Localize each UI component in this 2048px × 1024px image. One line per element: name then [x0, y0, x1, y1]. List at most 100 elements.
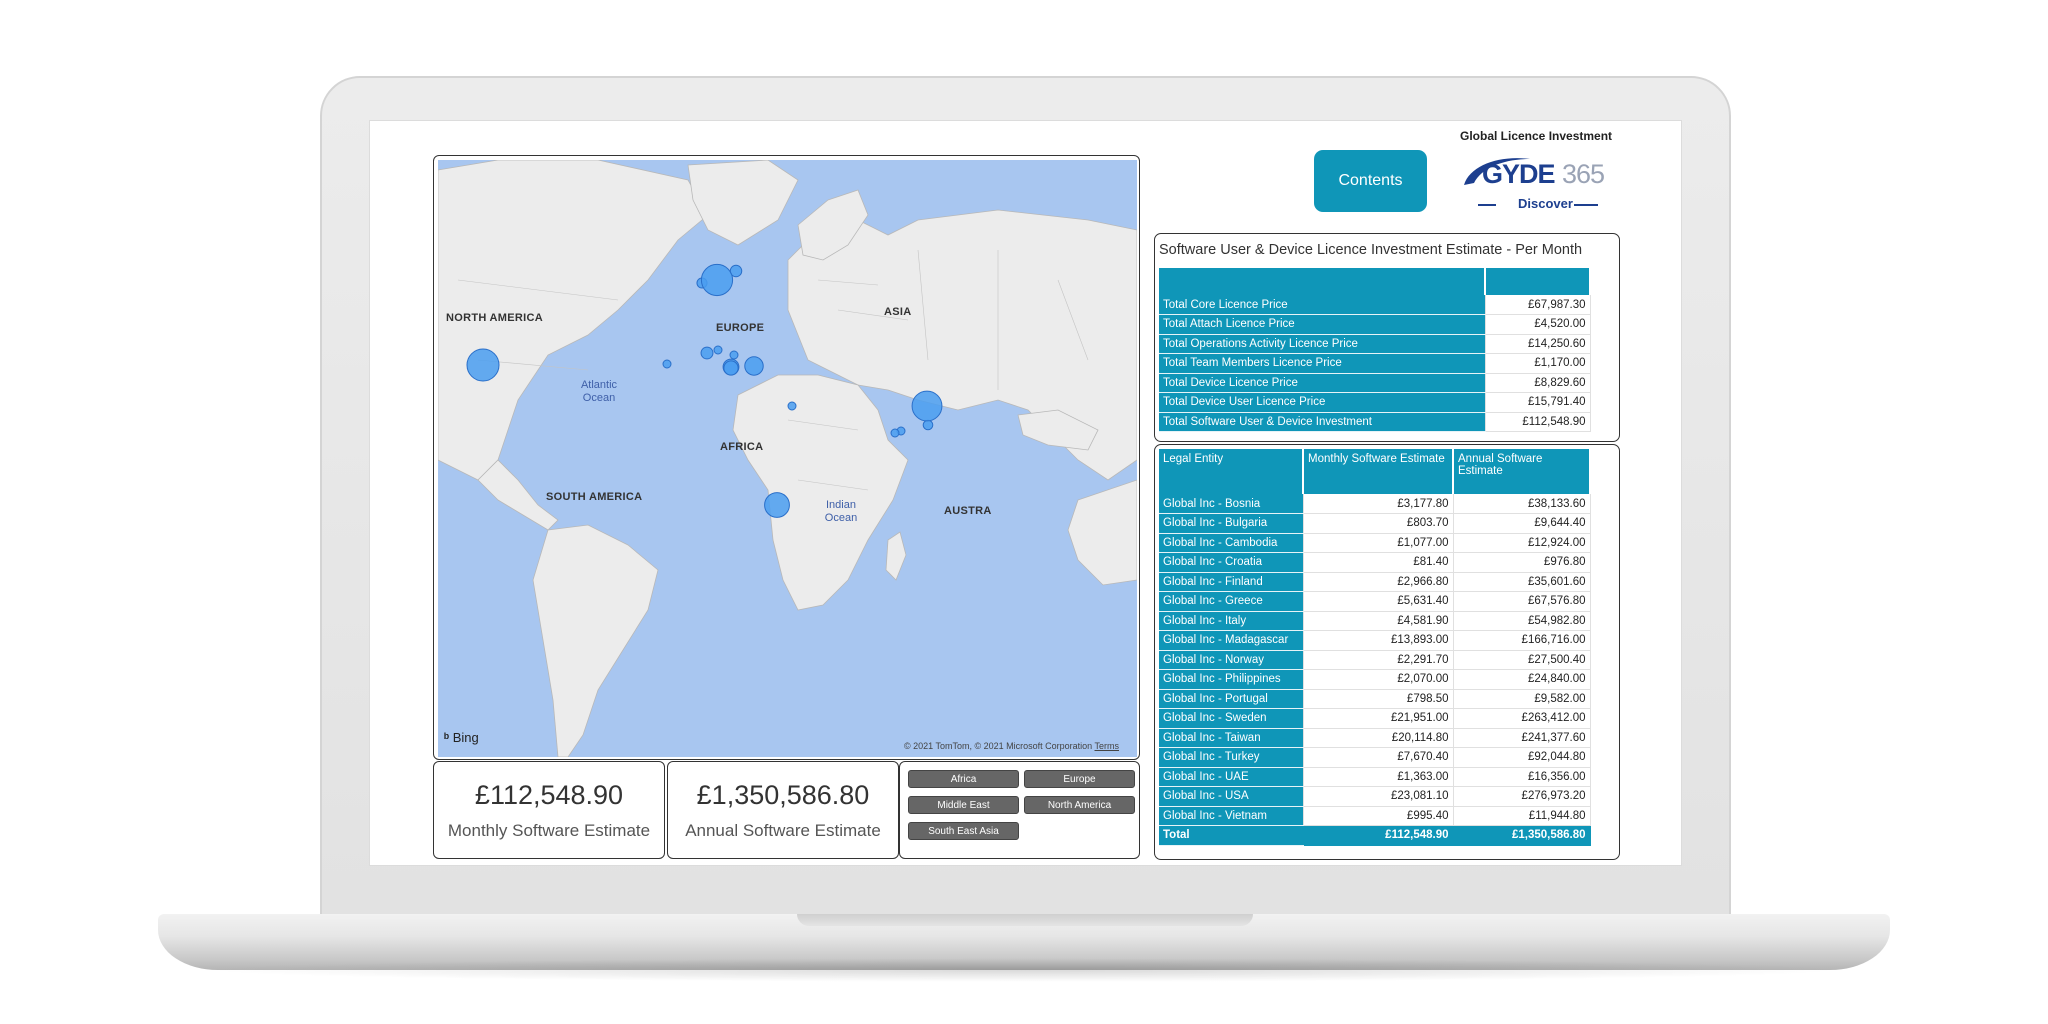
- entity-name: Global Inc - Norway: [1159, 650, 1303, 670]
- entity-annual: £263,412.00: [1452, 708, 1591, 729]
- entity-annual: £166,716.00: [1452, 630, 1591, 651]
- legal-entity-table: Legal Entity Monthly Software Estimate A…: [1154, 444, 1620, 860]
- licence-row-value: £4,520.00: [1484, 314, 1591, 335]
- table-row[interactable]: Global Inc - Philippines £2,070.00 £24,840…: [1159, 669, 1591, 690]
- bing-b-icon: ᵇ: [444, 730, 450, 745]
- entity-annual: £12,924.00: [1452, 533, 1591, 553]
- table-row[interactable]: Global Inc - Taiwan £20,114.80 £241,377.60: [1159, 728, 1591, 748]
- licence-row: Total Team Members Licence Price £1,170.0…: [1159, 353, 1591, 374]
- logo-tagline: Discover: [1518, 196, 1573, 211]
- entity-name: Global Inc - Cambodia: [1159, 533, 1303, 553]
- report-canvas: NORTH AMERICA EUROPE ASIA AFRICA SOUTH A…: [369, 120, 1682, 866]
- copyright-text: © 2021 TomTom, © 2021 Microsoft Corporat…: [903, 741, 1093, 751]
- entity-name: Global Inc - Taiwan: [1159, 728, 1303, 748]
- licence-row-value: £112,548.90: [1484, 412, 1591, 432]
- entity-annual: £54,982.80: [1452, 611, 1591, 631]
- entity-name: Global Inc - Turkey: [1159, 747, 1303, 768]
- slicer-south-east-asia[interactable]: South East Asia: [908, 822, 1019, 840]
- world-map[interactable]: NORTH AMERICA EUROPE ASIA AFRICA SOUTH A…: [438, 160, 1137, 757]
- gyde365-logo: GYDE 365 Discover: [1460, 151, 1620, 213]
- licence-row-label: Total Device User Licence Price: [1159, 392, 1485, 413]
- licence-row-value: £1,170.00: [1484, 353, 1591, 374]
- slicer-africa[interactable]: Africa: [908, 770, 1019, 788]
- header-monthly-estimate[interactable]: Monthly Software Estimate: [1303, 449, 1454, 494]
- entity-annual: £35,601.60: [1452, 572, 1591, 592]
- map-bubble-taiwan[interactable]: [911, 390, 943, 422]
- table-row[interactable]: Global Inc - Turkey £7,670.40 £92,044.80: [1159, 747, 1591, 768]
- entity-annual: £24,840.00: [1452, 669, 1591, 690]
- entity-name: Global Inc - Portugal: [1159, 689, 1303, 709]
- entity-name: Global Inc - Philippines: [1159, 669, 1303, 690]
- table-row[interactable]: Global Inc - Cambodia £1,077.00 £12,924.00: [1159, 533, 1591, 553]
- table-row[interactable]: Global Inc - UAE £1,363.00 £16,356.00: [1159, 767, 1591, 787]
- entity-name: Global Inc - Croatia: [1159, 552, 1303, 573]
- entity-monthly: £1,077.00: [1302, 533, 1454, 553]
- entity-annual: £11,944.80: [1452, 806, 1591, 826]
- laptop-notch: [797, 914, 1253, 926]
- map-bubble-bulgaria[interactable]: [729, 350, 739, 360]
- entity-monthly: £2,966.80: [1302, 572, 1454, 592]
- table-row[interactable]: Global Inc - Portugal £798.50 £9,582.00: [1159, 689, 1591, 709]
- table-row[interactable]: Global Inc - USA £23,081.10 £276,973.20: [1159, 786, 1591, 807]
- entity-name: Global Inc - Greece: [1159, 591, 1303, 612]
- entity-annual: £92,044.80: [1452, 747, 1591, 768]
- table-row[interactable]: Global Inc - Bulgaria £803.70 £9,644.40: [1159, 513, 1591, 534]
- map-bubble-croatia[interactable]: [713, 345, 723, 355]
- entity-monthly: £5,631.40: [1302, 591, 1454, 612]
- entity-name: Global Inc - Sweden: [1159, 708, 1303, 729]
- map-bubble-portugal[interactable]: [662, 359, 672, 369]
- map-bubble-italy[interactable]: [723, 360, 739, 376]
- licence-header-cell: [1159, 268, 1486, 295]
- entity-monthly: £81.40: [1302, 552, 1454, 573]
- map-bubble-madagascar[interactable]: [764, 492, 790, 518]
- table-row[interactable]: Global Inc - Madagascar £13,893.00 £166,71…: [1159, 630, 1591, 651]
- slicer-europe[interactable]: Europe: [1024, 770, 1135, 788]
- total-label: Total: [1159, 825, 1303, 846]
- header-annual-estimate[interactable]: Annual Software Estimate: [1453, 449, 1591, 494]
- contents-button[interactable]: Contents: [1314, 150, 1427, 212]
- map-bubble-bosnia[interactable]: [700, 346, 714, 360]
- table-row[interactable]: Global Inc - Finland £2,966.80 £35,601.60: [1159, 572, 1591, 592]
- entity-monthly: £23,081.10: [1302, 786, 1454, 807]
- slicer-north-america[interactable]: North America: [1024, 796, 1135, 814]
- table-row[interactable]: Global Inc - Norway £2,291.70 £27,500.40: [1159, 650, 1591, 670]
- table-row[interactable]: Global Inc - Greece £5,631.40 £67,576.80: [1159, 591, 1591, 612]
- region-slicer: Africa Europe Middle East North America …: [899, 761, 1140, 859]
- table-row[interactable]: Global Inc - Sweden £21,951.00 £263,412.00: [1159, 708, 1591, 729]
- map-bubble-sweden[interactable]: [700, 263, 734, 297]
- map-visual[interactable]: NORTH AMERICA EUROPE ASIA AFRICA SOUTH A…: [433, 155, 1140, 760]
- entity-monthly: £995.40: [1302, 806, 1454, 826]
- map-bubbles[interactable]: [438, 160, 1137, 757]
- table-row[interactable]: Global Inc - Vietnam £995.40 £11,944.80: [1159, 806, 1591, 826]
- entity-name: Global Inc - Italy: [1159, 611, 1303, 631]
- licence-header-cell: [1485, 268, 1591, 295]
- entity-annual: £241,377.60: [1452, 728, 1591, 748]
- licence-row-value: £15,791.40: [1484, 392, 1591, 413]
- entity-monthly: £3,177.80: [1302, 494, 1454, 514]
- licence-table-grid: Total Core Licence Price £67,987.30 Total …: [1159, 268, 1591, 432]
- map-bubble-turkey[interactable]: [744, 356, 764, 376]
- table-row[interactable]: Global Inc - Italy £4,581.90 £54,982.80: [1159, 611, 1591, 631]
- entity-name: Global Inc - Vietnam: [1159, 806, 1303, 826]
- entity-annual: £276,973.20: [1452, 786, 1591, 807]
- entity-annual: £9,582.00: [1452, 689, 1591, 709]
- map-bubble-usa[interactable]: [466, 348, 500, 382]
- licence-row-label: Total Team Members Licence Price: [1159, 353, 1485, 374]
- slicer-middle-east[interactable]: Middle East: [908, 796, 1019, 814]
- bing-label: Bing: [452, 730, 479, 745]
- map-bubble-vietnam[interactable]: [890, 428, 900, 438]
- logo-number: 365: [1562, 159, 1605, 189]
- entity-name: Global Inc - Madagascar: [1159, 630, 1303, 651]
- entity-annual: £9,644.40: [1452, 513, 1591, 534]
- map-bubble-uae[interactable]: [787, 401, 797, 411]
- total-annual: £1,350,586.80: [1452, 825, 1591, 846]
- terms-link[interactable]: Terms: [1095, 741, 1120, 751]
- entity-monthly: £798.50: [1302, 689, 1454, 709]
- entity-name: Global Inc - USA: [1159, 786, 1303, 807]
- map-bubble-philippines[interactable]: [922, 419, 934, 431]
- table-row[interactable]: Global Inc - Bosnia £3,177.80 £38,133.60: [1159, 494, 1591, 514]
- licence-row: Total Device User Licence Price £15,791.4…: [1159, 392, 1591, 413]
- licence-table-header: [1159, 268, 1591, 295]
- header-legal-entity[interactable]: Legal Entity: [1159, 449, 1304, 494]
- table-row[interactable]: Global Inc - Croatia £81.40 £976.80: [1159, 552, 1591, 573]
